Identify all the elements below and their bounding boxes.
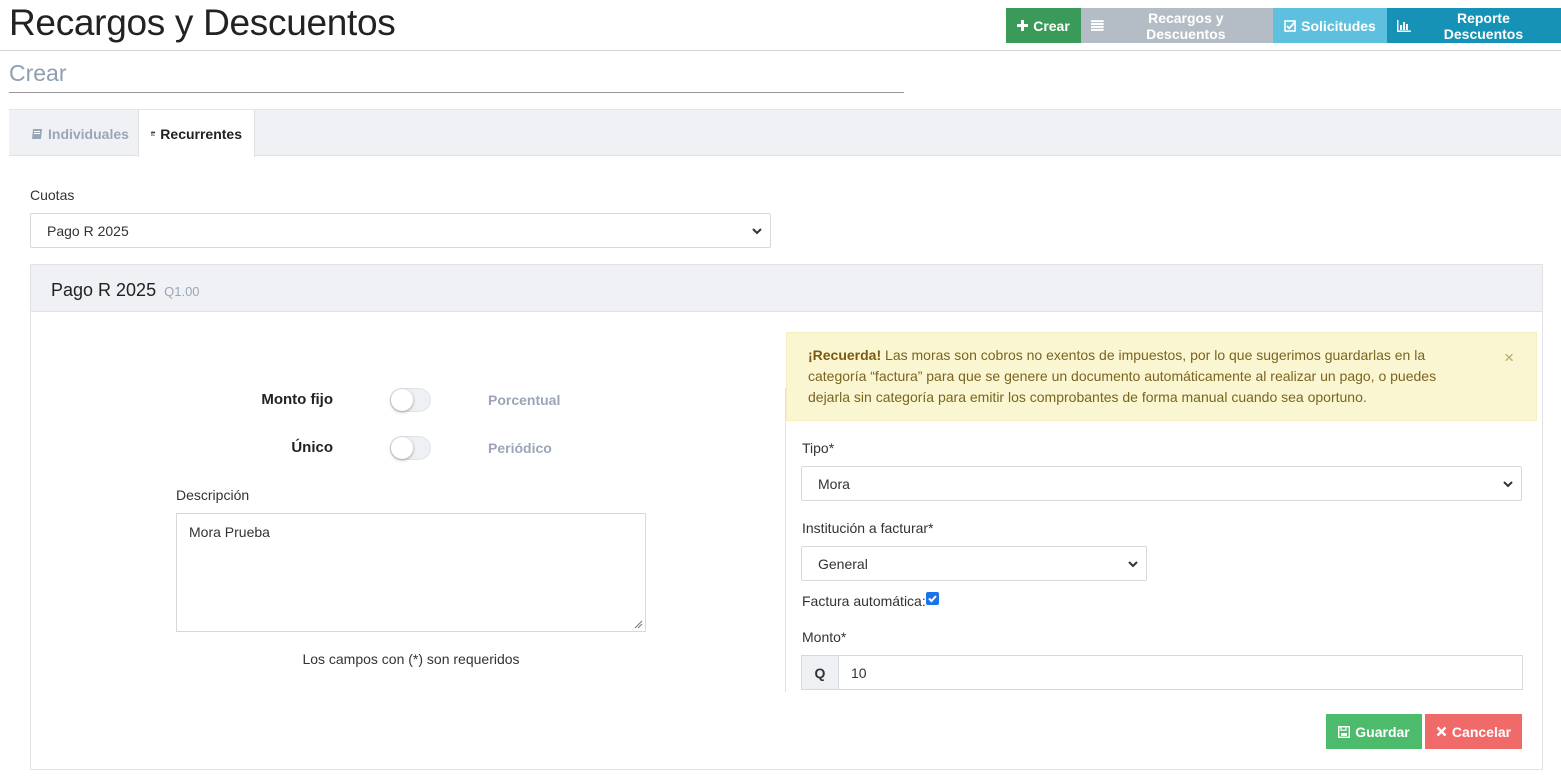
factura-automatica-checkbox[interactable] bbox=[926, 592, 939, 605]
crear-label: Crear bbox=[1033, 17, 1070, 34]
column-divider bbox=[785, 388, 786, 692]
monto-label: Monto* bbox=[802, 629, 847, 645]
alert-strong: ¡Recuerda! bbox=[808, 347, 882, 363]
tipo-selected: Mora bbox=[818, 475, 850, 492]
monto-input[interactable]: 10 bbox=[838, 655, 1523, 690]
cuotas-selected: Pago R 2025 bbox=[47, 222, 129, 239]
resize-handle-icon[interactable] bbox=[634, 620, 643, 629]
reporte-label: Reporte Descuentos bbox=[1443, 9, 1524, 42]
cuotas-label: Cuotas bbox=[30, 187, 75, 203]
cancelar-button[interactable]: Cancelar bbox=[1425, 714, 1522, 749]
book-icon bbox=[32, 128, 42, 139]
bar-chart-icon bbox=[1397, 19, 1411, 32]
tabs-bar: Individuales Recurrentes bbox=[9, 109, 1561, 157]
tab-individuales[interactable]: Individuales bbox=[19, 110, 141, 157]
alert-message: ¡Recuerda! Las moras son cobros no exent… bbox=[808, 345, 1448, 408]
recargos-descuentos-button[interactable]: Recargos y Descuentos bbox=[1081, 8, 1273, 43]
porcentual-label: Porcentual bbox=[488, 392, 561, 408]
tipo-label: Tipo* bbox=[802, 440, 835, 456]
toggle-knob bbox=[391, 437, 413, 459]
descripcion-textarea[interactable]: Mora Prueba bbox=[176, 513, 646, 632]
list-icon bbox=[1091, 20, 1104, 31]
alert-text: Las moras son cobros no exentos de impue… bbox=[808, 347, 1437, 405]
periodico-label: Periódico bbox=[488, 440, 552, 456]
unico-label: Único bbox=[291, 439, 333, 456]
reporte-descuentos-button[interactable]: Reporte Descuentos bbox=[1387, 8, 1561, 43]
card-title: Pago R 2025 Q1.00 bbox=[51, 280, 200, 301]
descripcion-label: Descripción bbox=[176, 487, 250, 503]
plus-icon bbox=[1017, 20, 1029, 31]
page-title: Recargos y Descuentos bbox=[9, 2, 396, 43]
close-icon bbox=[1436, 726, 1447, 737]
guardar-button[interactable]: Guardar bbox=[1326, 714, 1422, 749]
card-price: Q1.00 bbox=[164, 284, 200, 299]
institucion-label: Institución a facturar* bbox=[802, 520, 934, 536]
guardar-label: Guardar bbox=[1355, 723, 1410, 740]
tipo-select[interactable]: Mora bbox=[801, 466, 1522, 501]
page-header: Recargos y Descuentos Crear Recargos y D… bbox=[0, 0, 1561, 51]
calendar-icon bbox=[151, 131, 156, 136]
tab-recurrentes-label: Recurrentes bbox=[160, 125, 242, 142]
frecuencia-toggle[interactable] bbox=[390, 436, 431, 460]
check-square-icon bbox=[1284, 19, 1296, 32]
monto-toggle[interactable] bbox=[390, 388, 431, 412]
toggle-knob bbox=[391, 389, 413, 411]
solicitudes-label: Solicitudes bbox=[1301, 17, 1376, 34]
section-subtitle: Crear bbox=[9, 60, 904, 93]
recuerda-alert: ¡Recuerda! Las moras son cobros no exent… bbox=[786, 332, 1537, 421]
card-title-text: Pago R 2025 bbox=[51, 280, 157, 300]
card-header: Pago R 2025 Q1.00 bbox=[31, 265, 1542, 312]
checkmark-icon bbox=[928, 595, 937, 603]
currency-addon: Q bbox=[801, 655, 838, 690]
chevron-down-icon bbox=[752, 228, 762, 235]
save-icon bbox=[1338, 725, 1351, 738]
institucion-select[interactable]: General bbox=[801, 546, 1147, 581]
close-icon[interactable]: × bbox=[1504, 348, 1514, 368]
cuotas-select[interactable]: Pago R 2025 bbox=[30, 213, 771, 248]
cancelar-label: Cancelar bbox=[1451, 723, 1512, 740]
solicitudes-button[interactable]: Solicitudes bbox=[1273, 8, 1387, 43]
monto-fijo-label: Monto fijo bbox=[261, 391, 333, 408]
recargos-label: Recargos y Descuentos bbox=[1146, 9, 1226, 42]
descripcion-value: Mora Prueba bbox=[189, 524, 270, 540]
institucion-selected: General bbox=[818, 555, 868, 572]
tab-individuales-label: Individuales bbox=[48, 125, 129, 142]
factura-automatica-label: Factura automática: bbox=[802, 593, 926, 609]
monto-value: 10 bbox=[851, 664, 867, 681]
chevron-down-icon bbox=[1128, 561, 1138, 568]
required-note: Los campos con (*) son requeridos bbox=[302, 651, 520, 667]
chevron-down-icon bbox=[1503, 481, 1513, 488]
tab-recurrentes[interactable]: Recurrentes bbox=[138, 110, 255, 157]
monto-input-group: Q 10 bbox=[801, 655, 1523, 690]
top-actions: Crear Recargos y Descuentos Solicitudes … bbox=[1006, 8, 1561, 43]
crear-button[interactable]: Crear bbox=[1006, 8, 1081, 43]
